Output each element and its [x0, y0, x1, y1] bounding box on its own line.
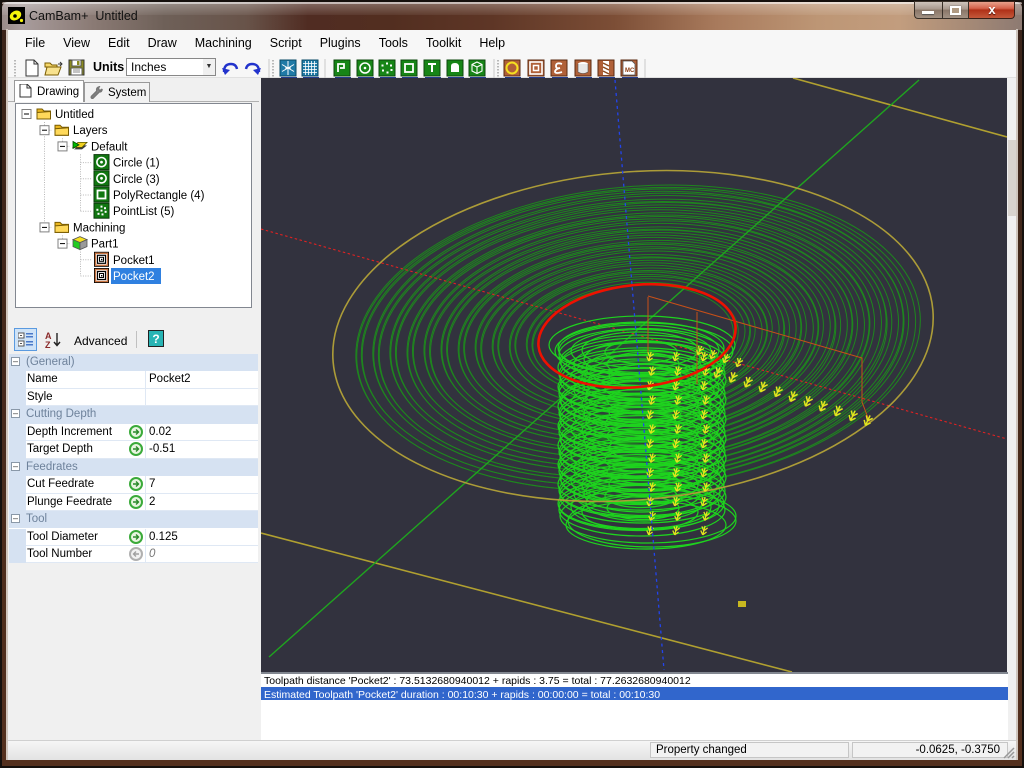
svg-text:Z: Z	[45, 340, 51, 349]
svg-text:Circle (3): Circle (3)	[113, 174, 160, 186]
svg-text:PolyRectangle (4): PolyRectangle (4)	[113, 190, 205, 202]
svg-text:Default: Default	[91, 141, 128, 153]
svg-text:Pocket2: Pocket2	[113, 271, 155, 283]
svg-text:Part1: Part1	[91, 239, 119, 251]
svg-text:Layers: Layers	[73, 125, 108, 137]
svg-text:Circle (1): Circle (1)	[113, 158, 160, 170]
svg-text:MC: MC	[625, 68, 635, 74]
svg-text:Untitled: Untitled	[55, 109, 94, 121]
svg-text:Pocket1: Pocket1	[113, 255, 155, 267]
svg-text:Machining: Machining	[73, 222, 125, 234]
svg-text:PointList (5): PointList (5)	[113, 206, 175, 218]
